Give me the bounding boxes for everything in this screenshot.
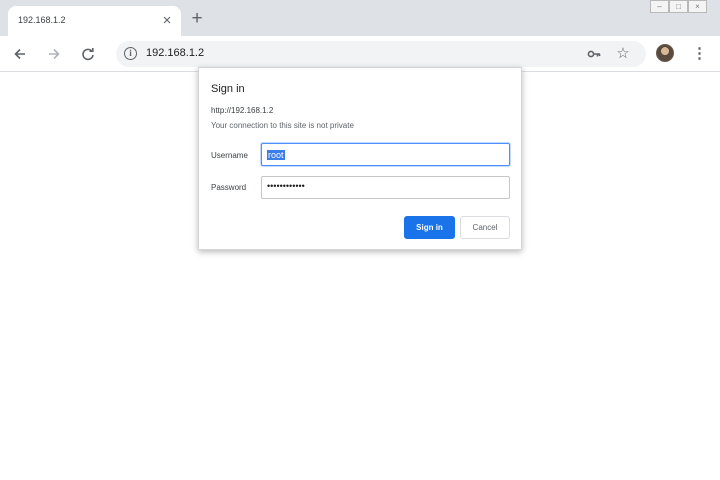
- window-close-icon[interactable]: ×: [688, 0, 707, 13]
- reload-icon[interactable]: [77, 43, 99, 65]
- dialog-origin: http://192.168.1.2: [211, 106, 274, 115]
- username-label: Username: [211, 151, 248, 160]
- tab-title: 192.168.1.2: [18, 15, 66, 25]
- cancel-button[interactable]: Cancel: [460, 216, 510, 239]
- dialog-warning: Your connection to this site is not priv…: [211, 121, 354, 130]
- dialog-title: Sign in: [211, 83, 245, 95]
- password-input[interactable]: ••••••••••••: [261, 176, 510, 199]
- url-text[interactable]: 192.168.1.2: [146, 47, 204, 59]
- username-input[interactable]: root: [261, 143, 510, 166]
- star-icon[interactable]: ☆: [614, 45, 632, 63]
- avatar[interactable]: [656, 44, 674, 62]
- arrow-forward-icon[interactable]: [43, 43, 65, 65]
- key-icon[interactable]: [586, 46, 602, 62]
- sign-in-button[interactable]: Sign in: [404, 216, 455, 239]
- password-mask: ••••••••••••: [267, 181, 305, 191]
- sign-in-dialog: Sign in http://192.168.1.2 Your connecti…: [198, 67, 522, 250]
- tab-strip: 192.168.1.2 × + – □ ×: [0, 0, 720, 36]
- username-value: root: [267, 150, 285, 160]
- password-label: Password: [211, 183, 247, 192]
- address-bar[interactable]: i 192.168.1.2 ☆: [116, 41, 646, 67]
- browser-tab[interactable]: 192.168.1.2 ×: [8, 6, 181, 36]
- new-tab-icon[interactable]: +: [187, 9, 207, 29]
- tab-close-icon[interactable]: ×: [158, 12, 176, 30]
- minimize-icon[interactable]: –: [650, 0, 669, 13]
- maximize-icon[interactable]: □: [669, 0, 688, 13]
- menu-icon[interactable]: ⋮: [692, 43, 707, 65]
- info-icon[interactable]: i: [124, 47, 137, 60]
- arrow-back-icon[interactable]: [9, 43, 31, 65]
